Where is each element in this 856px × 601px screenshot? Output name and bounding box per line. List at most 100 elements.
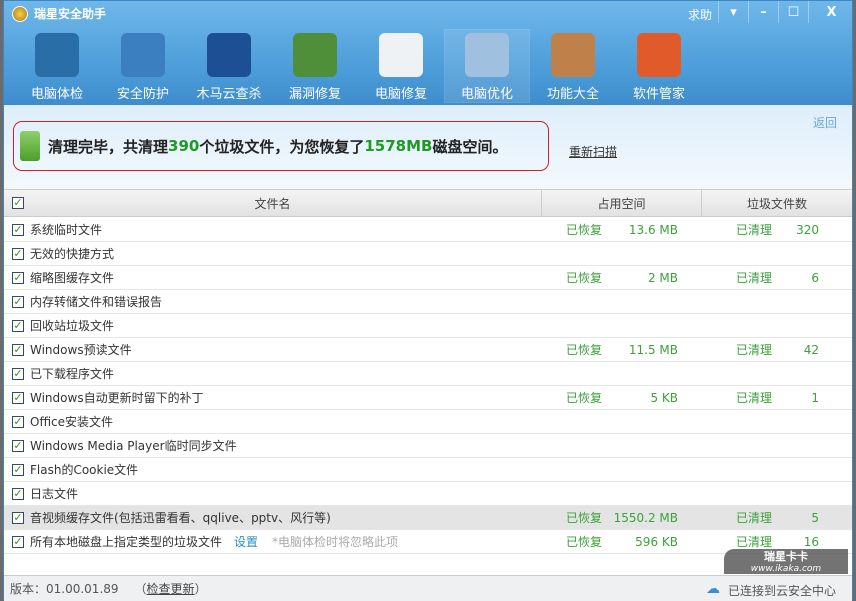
cleaned-status: 已清理 xyxy=(736,391,773,405)
toolbar-label: 功能大全 xyxy=(546,87,599,102)
cleaned-status: 已清理 xyxy=(736,343,773,357)
settings-link[interactable]: 设置 xyxy=(234,533,258,550)
summary-text: 个垃圾文件，为您恢复了 xyxy=(199,137,365,156)
table-header: ✓ 文件名 占用空间 垃圾文件数 xyxy=(4,189,852,217)
check-update-link[interactable]: 检查更新 xyxy=(147,580,195,597)
column-size: 占用空间 xyxy=(542,190,702,216)
summary-text: 磁盘空间。 xyxy=(432,137,508,156)
trash-bin-icon xyxy=(20,131,40,161)
row-checkbox[interactable]: ✓ xyxy=(12,319,24,332)
table-row[interactable]: ✓ Windows Media Player临时同步文件 xyxy=(4,434,852,458)
file-type: Windows自动更新时留下的补丁 xyxy=(30,391,204,405)
summary-panel: 清理完毕，共清理 390 个垃圾文件，为您恢复了 1578MB 磁盘空间。 重新… xyxy=(4,105,852,190)
recovered-status: 已恢复 xyxy=(566,511,603,525)
toolbar-item[interactable]: 功能大全 xyxy=(530,29,616,103)
recovered-status: 已恢复 xyxy=(566,271,603,285)
row-checkbox[interactable]: ✓ xyxy=(12,295,24,308)
file-list: ✓ 系统临时文件 已恢复 13.6 MB 已清理 320 ✓ 无效的快捷方式 ✓ 缩略图缓存… xyxy=(4,218,852,554)
toolbar-item[interactable]: 木马云查杀 xyxy=(186,29,272,103)
row-checkbox[interactable]: ✓ xyxy=(12,367,24,380)
row-checkbox[interactable]: ✓ xyxy=(12,223,24,236)
recovered-status: 已恢复 xyxy=(566,223,603,237)
note: *电脑体检时将忽略此项 xyxy=(272,535,399,549)
select-all-checkbox[interactable]: ✓ xyxy=(12,197,24,209)
count-value: 1 xyxy=(811,390,819,405)
paren: （ xyxy=(134,582,147,596)
file-type: 无效的快捷方式 xyxy=(30,247,115,261)
toolbar-item[interactable]: 电脑修复 xyxy=(358,29,444,103)
count-value: 16 xyxy=(803,534,819,549)
header-label: 文件名 xyxy=(254,196,291,211)
table-row[interactable]: ✓ Windows预读文件 已恢复 11.5 MB 已清理 42 xyxy=(4,338,852,362)
disc-icon xyxy=(551,33,595,77)
toolbar-label: 电脑体检 xyxy=(30,87,83,102)
row-checkbox[interactable]: ✓ xyxy=(12,463,24,476)
table-row[interactable]: ✓ 内存转储文件和错误报告 xyxy=(4,290,852,314)
table-row[interactable]: ✓ 音视频缓存文件(包括迅雷看看、qqlive、pptv、风行等) 已恢复 1550… xyxy=(4,506,852,530)
toolbar-item[interactable]: 电脑优化 xyxy=(444,29,530,103)
file-type: 已下载程序文件 xyxy=(30,367,115,381)
watermark-logo: 瑞星卡卡 www.ikaka.com xyxy=(724,549,848,574)
row-checkbox[interactable]: ✓ xyxy=(12,247,24,260)
toolbar-label: 电脑优化 xyxy=(460,87,513,102)
recovered-status: 已恢复 xyxy=(566,343,603,357)
count-value: 5 xyxy=(811,510,819,525)
cloud-icon: ☁ xyxy=(706,581,720,597)
cleaned-status: 已清理 xyxy=(736,511,773,525)
help-link[interactable]: 求助 xyxy=(688,6,712,23)
size-value: 1550.2 MB xyxy=(613,510,678,525)
menu-button[interactable]: ▾ xyxy=(718,1,748,23)
header-label: 占用空间 xyxy=(597,196,646,211)
status-bar: 版本：01.00.01.89 （检查更新） ☁ 已连接到云安全中心 xyxy=(4,575,852,601)
table-row[interactable]: ✓ Flash的Cookie文件 xyxy=(4,458,852,482)
file-type: Office安装文件 xyxy=(30,415,114,429)
row-checkbox[interactable]: ✓ xyxy=(12,487,24,500)
toolbar-item[interactable]: 软件管家 xyxy=(616,29,702,103)
size-value: 2 MB xyxy=(647,270,678,285)
table-row[interactable]: ✓ Office安装文件 xyxy=(4,410,852,434)
cleaned-count: 390 xyxy=(168,137,200,155)
close-button[interactable]: X xyxy=(808,1,854,23)
row-checkbox[interactable]: ✓ xyxy=(12,271,24,284)
firewall-icon xyxy=(121,33,165,77)
row-checkbox[interactable]: ✓ xyxy=(12,535,24,548)
file-type: Windows Media Player临时同步文件 xyxy=(30,439,237,453)
cleaned-status: 已清理 xyxy=(736,271,773,285)
cleaned-status: 已清理 xyxy=(736,223,773,237)
table-row[interactable]: ✓ 系统临时文件 已恢复 13.6 MB 已清理 320 xyxy=(4,218,852,242)
toolbar-item[interactable]: 安全防护 xyxy=(100,29,186,103)
row-checkbox[interactable]: ✓ xyxy=(12,343,24,356)
recovered-status: 已恢复 xyxy=(566,535,603,549)
size-value: 5 KB xyxy=(650,390,678,405)
app-title: 瑞星安全助手 xyxy=(34,7,107,21)
rescan-link[interactable]: 重新扫描 xyxy=(569,143,617,160)
paren: ） xyxy=(194,582,207,596)
file-type: 音视频缓存文件(包括迅雷看看、qqlive、pptv、风行等) xyxy=(30,511,331,525)
minimize-button[interactable]: – xyxy=(748,1,778,23)
toolbar-item[interactable]: 漏洞修复 xyxy=(272,29,358,103)
size-value: 11.5 MB xyxy=(628,342,678,357)
maximize-button[interactable]: ☐ xyxy=(778,1,808,23)
column-filename: ✓ 文件名 xyxy=(4,190,542,216)
table-row[interactable]: ✓ 缩略图缓存文件 已恢复 2 MB 已清理 6 xyxy=(4,266,852,290)
version-label: 版本：01.00.01.89 xyxy=(10,582,119,596)
toolbar-label: 漏洞修复 xyxy=(288,87,341,102)
row-checkbox[interactable]: ✓ xyxy=(12,391,24,404)
table-row[interactable]: ✓ 回收站垃圾文件 xyxy=(4,314,852,338)
row-checkbox[interactable]: ✓ xyxy=(12,511,24,524)
row-checkbox[interactable]: ✓ xyxy=(12,439,24,452)
toolbar-item[interactable]: 电脑体检 xyxy=(14,29,100,103)
header-label: 垃圾文件数 xyxy=(746,196,807,211)
table-row[interactable]: ✓ 无效的快捷方式 xyxy=(4,242,852,266)
back-link[interactable]: 返回 xyxy=(813,114,837,131)
checklist-icon xyxy=(379,33,423,77)
header: 瑞星安全助手 求助 ▾ – ☐ X 电脑体检 安全防护 木马云查杀漏洞修复 电脑修复电… xyxy=(4,1,852,105)
count-value: 6 xyxy=(811,270,819,285)
table-row[interactable]: ✓ 日志文件 xyxy=(4,482,852,506)
table-row[interactable]: ✓ 已下载程序文件 xyxy=(4,362,852,386)
app-window: 瑞星安全助手 求助 ▾ – ☐ X 电脑体检 安全防护 木马云查杀漏洞修复 电脑修复电… xyxy=(3,0,853,601)
size-value: 596 KB xyxy=(635,534,678,549)
table-row[interactable]: ✓ Windows自动更新时留下的补丁 已恢复 5 KB 已清理 1 xyxy=(4,386,852,410)
file-type: 日志文件 xyxy=(30,487,79,501)
row-checkbox[interactable]: ✓ xyxy=(12,415,24,428)
